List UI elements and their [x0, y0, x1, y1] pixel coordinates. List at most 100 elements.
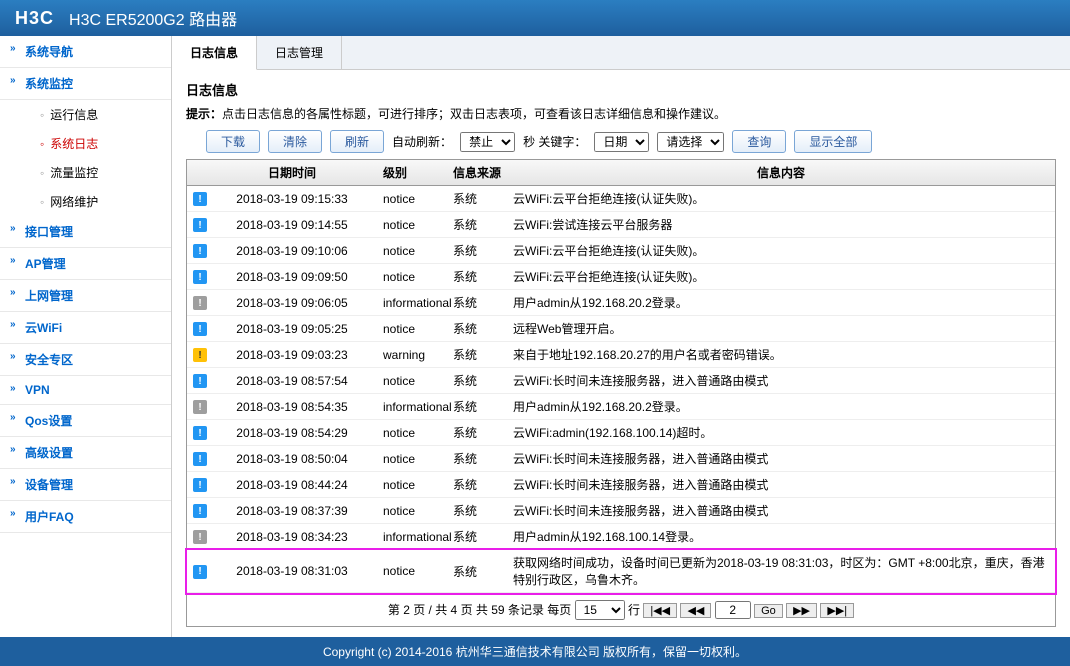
cell-message: 云WiFi:长时间未连接服务器，进入普通路由模式: [507, 472, 1055, 497]
sidebar-item[interactable]: »AP管理: [0, 248, 171, 280]
sidebar-item[interactable]: »上网管理: [0, 280, 171, 312]
cell-source: 系统: [447, 186, 507, 211]
showall-button[interactable]: 显示全部: [794, 130, 872, 153]
hint-label: 提示：: [186, 107, 222, 121]
cell-level: notice: [377, 370, 447, 392]
table-row[interactable]: !2018-03-19 09:05:25notice系统远程Web管理开启。: [187, 316, 1055, 342]
main-content: 日志信息日志管理 日志信息 提示：点击日志信息的各属性标题，可进行排序；双击日志…: [172, 36, 1070, 637]
refresh-button[interactable]: 刷新: [330, 130, 384, 153]
table-row[interactable]: !2018-03-19 09:06:05informational系统用户adm…: [187, 290, 1055, 316]
tab[interactable]: 日志管理: [257, 36, 342, 69]
table-row[interactable]: !2018-03-19 08:57:54notice系统云WiFi:长时间未连接…: [187, 368, 1055, 394]
cell-source: 系统: [447, 290, 507, 315]
sidebar-item[interactable]: »接口管理: [0, 216, 171, 248]
panel-title: 日志信息: [186, 80, 1056, 99]
table-row[interactable]: !2018-03-19 08:54:29notice系统云WiFi:admin(…: [187, 420, 1055, 446]
cell-date: 2018-03-19 08:57:54: [207, 370, 377, 392]
cell-source: 系统: [447, 524, 507, 549]
key-value-select[interactable]: 请选择: [657, 132, 724, 152]
sidebar-subitem[interactable]: 运行信息: [0, 100, 171, 129]
level-icon: !: [193, 426, 207, 440]
cell-message: 云WiFi:云平台拒绝连接(认证失败)。: [507, 264, 1055, 289]
pager-prev[interactable]: ◀◀: [680, 603, 711, 618]
log-table: 日期时间 级别 信息来源 信息内容 !2018-03-19 09:15:33no…: [186, 159, 1056, 627]
table-row[interactable]: !2018-03-19 09:10:06notice系统云WiFi:云平台拒绝连…: [187, 238, 1055, 264]
cell-level: notice: [377, 474, 447, 496]
level-icon: !: [193, 504, 207, 518]
download-button[interactable]: 下载: [206, 130, 260, 153]
cell-date: 2018-03-19 09:05:25: [207, 318, 377, 340]
level-icon: !: [193, 244, 207, 258]
table-row[interactable]: !2018-03-19 08:54:35informational系统用户adm…: [187, 394, 1055, 420]
cell-date: 2018-03-19 08:54:35: [207, 396, 377, 418]
cell-message: 云WiFi:长时间未连接服务器，进入普通路由模式: [507, 368, 1055, 393]
sidebar-subitem[interactable]: 流量监控: [0, 158, 171, 187]
autorefresh-label: 自动刷新：: [392, 133, 452, 150]
sidebar-item[interactable]: »安全专区: [0, 344, 171, 376]
pager-next[interactable]: ▶▶: [786, 603, 817, 618]
pager-go[interactable]: Go: [754, 604, 783, 618]
autorefresh-select[interactable]: 禁止: [460, 132, 515, 152]
cell-source: 系统: [447, 559, 507, 584]
sidebar-item[interactable]: »云WiFi: [0, 312, 171, 344]
col-level[interactable]: 级别: [377, 160, 447, 185]
clear-button[interactable]: 清除: [268, 130, 322, 153]
cell-message: 云WiFi:长时间未连接服务器，进入普通路由模式: [507, 446, 1055, 471]
table-row[interactable]: !2018-03-19 08:34:23informational系统用户adm…: [187, 524, 1055, 550]
sidebar-item[interactable]: »系统导航: [0, 36, 171, 68]
table-row[interactable]: !2018-03-19 09:14:55notice系统云WiFi:尝试连接云平…: [187, 212, 1055, 238]
level-icon: !: [193, 452, 207, 466]
cell-level: notice: [377, 422, 447, 444]
sidebar-item[interactable]: »VPN: [0, 376, 171, 405]
sidebar-item[interactable]: »用户FAQ: [0, 501, 171, 533]
table-row[interactable]: !2018-03-19 08:37:39notice系统云WiFi:长时间未连接…: [187, 498, 1055, 524]
sidebar-item[interactable]: »高级设置: [0, 437, 171, 469]
tab[interactable]: 日志信息: [172, 36, 257, 70]
footer: Copyright (c) 2014-2016 杭州华三通信技术有限公司 版权所…: [0, 637, 1070, 666]
level-icon: !: [193, 565, 207, 579]
level-icon: !: [193, 530, 207, 544]
cell-source: 系统: [447, 368, 507, 393]
level-icon: !: [193, 218, 207, 232]
col-source[interactable]: 信息来源: [447, 160, 507, 185]
cell-source: 系统: [447, 238, 507, 263]
sidebar: »系统导航»系统监控运行信息系统日志流量监控网络维护»接口管理»AP管理»上网管…: [0, 36, 172, 637]
cell-level: notice: [377, 560, 447, 582]
col-date[interactable]: 日期时间: [207, 160, 377, 185]
level-icon: !: [193, 192, 207, 206]
brand-logo: H3C: [15, 8, 54, 29]
cell-level: notice: [377, 188, 447, 210]
cell-message: 云WiFi:长时间未连接服务器，进入普通路由模式: [507, 498, 1055, 523]
app-header: H3C H3C ER5200G2 路由器: [0, 0, 1070, 36]
sidebar-item[interactable]: »设备管理: [0, 469, 171, 501]
cell-message: 用户admin从192.168.20.2登录。: [507, 394, 1055, 419]
sidebar-item[interactable]: »Qos设置: [0, 405, 171, 437]
pager-last[interactable]: ▶▶|: [820, 603, 854, 618]
sidebar-subitem[interactable]: 网络维护: [0, 187, 171, 216]
table-row[interactable]: !2018-03-19 09:03:23warning系统来自于地址192.16…: [187, 342, 1055, 368]
key-field-select[interactable]: 日期: [594, 132, 649, 152]
cell-level: notice: [377, 500, 447, 522]
table-row[interactable]: !2018-03-19 09:15:33notice系统云WiFi:云平台拒绝连…: [187, 186, 1055, 212]
table-row[interactable]: !2018-03-19 08:44:24notice系统云WiFi:长时间未连接…: [187, 472, 1055, 498]
per-page-select[interactable]: 15: [575, 600, 625, 620]
cell-date: 2018-03-19 08:31:03: [207, 560, 377, 582]
sidebar-item[interactable]: »系统监控: [0, 68, 171, 100]
level-icon: !: [193, 322, 207, 336]
table-row[interactable]: !2018-03-19 09:09:50notice系统云WiFi:云平台拒绝连…: [187, 264, 1055, 290]
sidebar-subitem[interactable]: 系统日志: [0, 129, 171, 158]
table-row[interactable]: !2018-03-19 08:31:03notice系统获取网络时间成功，设备时…: [187, 550, 1055, 593]
cell-date: 2018-03-19 09:15:33: [207, 188, 377, 210]
pager-first[interactable]: |◀◀: [643, 603, 677, 618]
pager-goto-input[interactable]: [715, 601, 751, 619]
table-row[interactable]: !2018-03-19 08:50:04notice系统云WiFi:长时间未连接…: [187, 446, 1055, 472]
cell-level: notice: [377, 318, 447, 340]
cell-date: 2018-03-19 08:50:04: [207, 448, 377, 470]
cell-source: 系统: [447, 264, 507, 289]
toolbar: 下载 清除 刷新 自动刷新： 禁止 秒 关键字： 日期 请选择 查询 显示全部: [186, 130, 1056, 153]
cell-source: 系统: [447, 342, 507, 367]
col-message[interactable]: 信息内容: [507, 160, 1055, 185]
cell-level: informational: [377, 526, 447, 548]
query-button[interactable]: 查询: [732, 130, 786, 153]
level-icon: !: [193, 296, 207, 310]
